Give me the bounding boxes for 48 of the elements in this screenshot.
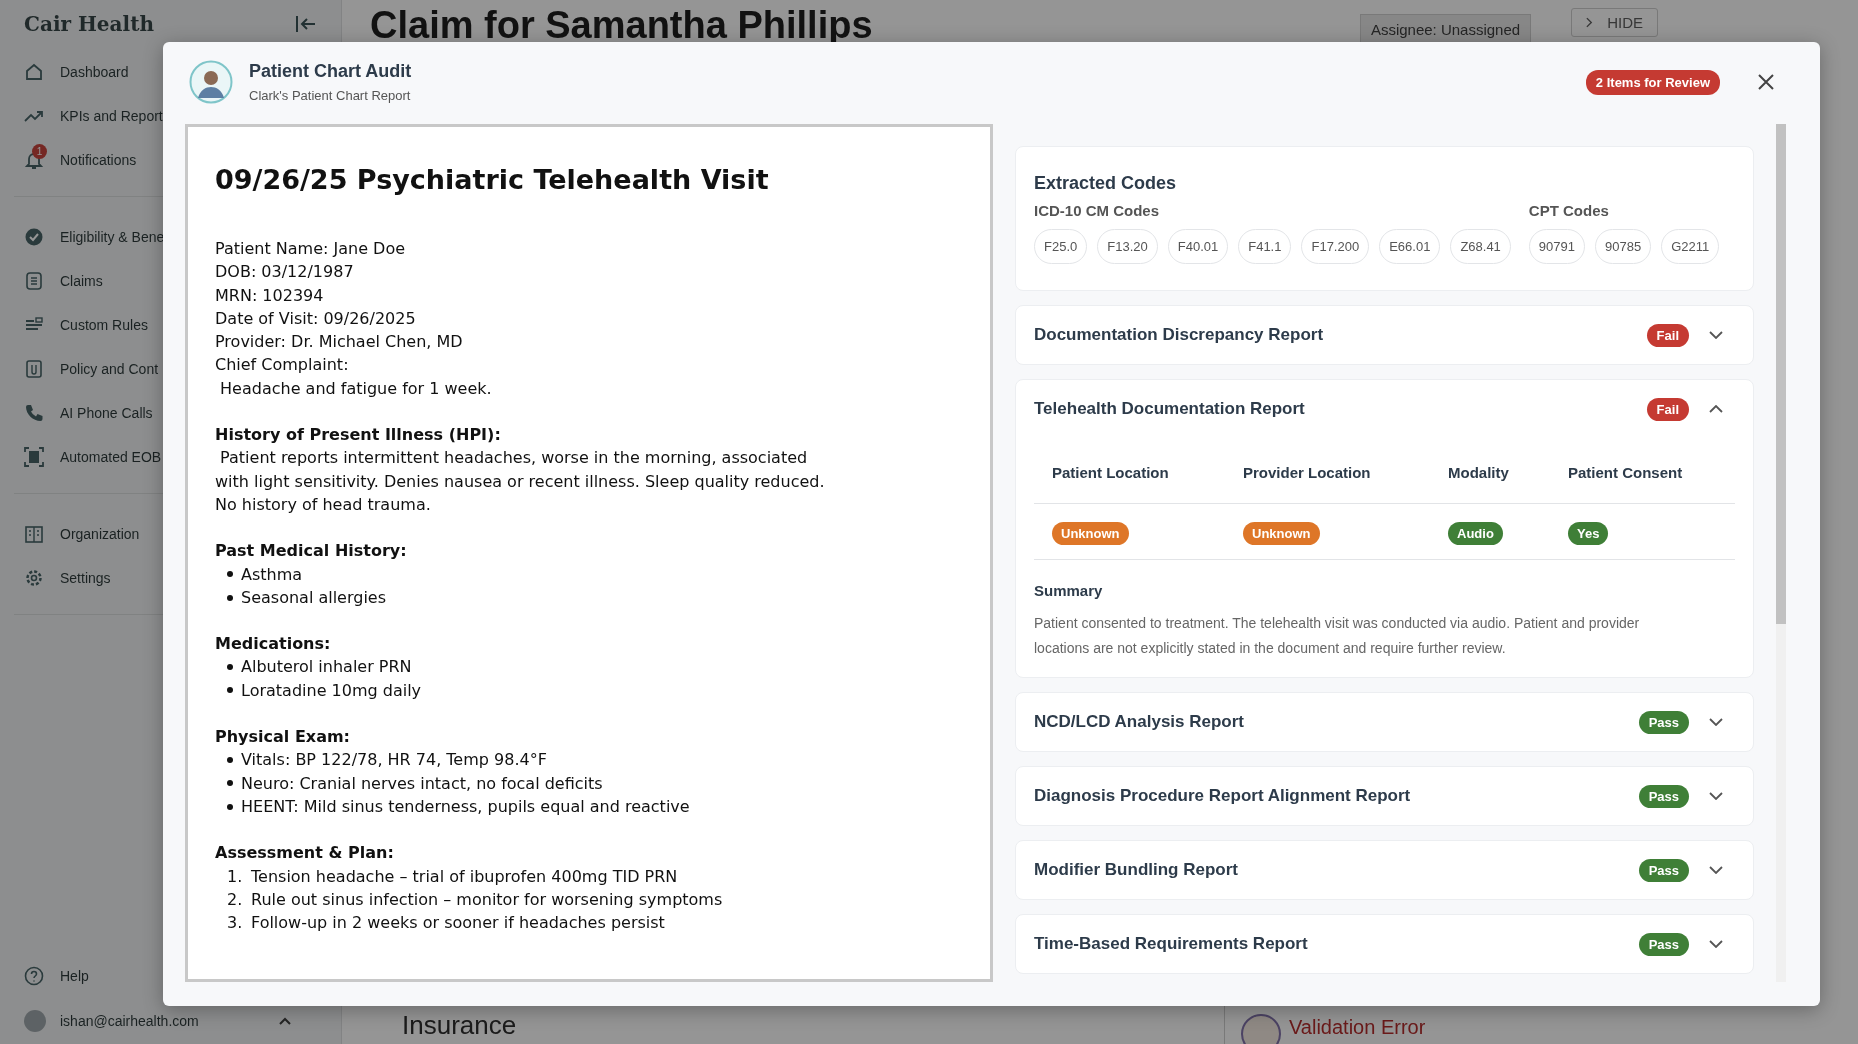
page-title: Claim for Samantha Phillips (370, 4, 874, 47)
column-header: Patient Location (1052, 464, 1170, 481)
section-heading: Medications: (215, 633, 332, 656)
list-item: Asthma (241, 563, 303, 586)
section-heading: Past Medical History: (215, 540, 408, 563)
column-header: Provider Location (1243, 464, 1372, 481)
list-number: 2. (227, 888, 243, 911)
status-badge: Unknown (1052, 522, 1129, 545)
section-heading: Assessment & Plan: (215, 842, 395, 865)
list-item: Albuterol inhaler PRN (241, 656, 412, 679)
user-email: ishan@cairhealth.com (60, 1013, 200, 1029)
list-item: Neuro: Cranial nerves intact, no focal deficits (241, 772, 603, 795)
status-badge: Pass (1638, 858, 1689, 882)
list-number: 1. (227, 865, 243, 888)
review-badge: 2 Items for Review (1585, 69, 1720, 95)
summary-text: Patient consented to treatment. The telehealth visit was conducted via audio. Patient and provider locations are not explicitly stated in the document and require further review. (1034, 614, 1641, 658)
group-label: CPT Codes (1528, 202, 1610, 219)
status-badge: Audio (1448, 522, 1503, 545)
list-item: Loratadine 10mg daily (241, 679, 422, 702)
card-title: Extracted Codes (1034, 173, 1178, 194)
status-badge: Fail (1646, 323, 1689, 347)
document-text: Patient reports intermittent headaches, worse in the morning, associated with light sensitivity. Denies nausea or recent illness. Sleep quality reduced. No history of head trauma. (215, 447, 826, 516)
group-label: ICD-10 CM Codes (1034, 202, 1161, 219)
list-item: Seasonal allergies (241, 586, 387, 609)
column-header: Patient Consent (1568, 464, 1683, 481)
document-text: Patient Name: Jane Doe DOB: 03/12/1987 MRN: 102394 Date of Visit: 09/26/2025 Provider: Dr. Michael Chen, MD Chief Complaint: Headache and fatigue for 1 week. (215, 238, 493, 400)
dialog-subtitle: Clark's Patient Chart Report (249, 88, 412, 103)
list-item: Rule out sinus infection – monitor for worsening symptoms (251, 888, 723, 911)
summary-label: Summary (1034, 582, 1104, 599)
section-title: Insurance (402, 1009, 518, 1040)
list-item: HEENT: Mild sinus tenderness, pupils equal and reactive (241, 795, 690, 818)
dialog-title: Patient Chart Audit (249, 61, 413, 82)
status-badge: Fail (1646, 397, 1689, 421)
list-number: 3. (227, 912, 243, 935)
status-badge: Pass (1638, 932, 1689, 956)
notification-badge: 1 (32, 144, 47, 159)
list-item: Tension headache – trial of ibuprofen 400mg TID PRN (251, 865, 678, 888)
list-item: Follow-up in 2 weeks or sooner if headaches persist (251, 912, 665, 935)
status-badge: Pass (1638, 784, 1689, 808)
section-heading: Physical Exam: (215, 726, 351, 749)
document-title: 09/26/25 Psychiatric Telehealth Visit (215, 163, 770, 197)
status-badge: Unknown (1243, 522, 1320, 545)
status-badge: Pass (1638, 710, 1689, 734)
list-item: Vitals: BP 122/78, HR 74, Temp 98.4°F (241, 749, 547, 772)
column-header: Modality (1448, 464, 1510, 481)
status-badge: Yes (1568, 522, 1609, 545)
brand-name: Cair Health (24, 12, 154, 36)
section-heading: History of Present Illness (HPI): (215, 424, 502, 447)
